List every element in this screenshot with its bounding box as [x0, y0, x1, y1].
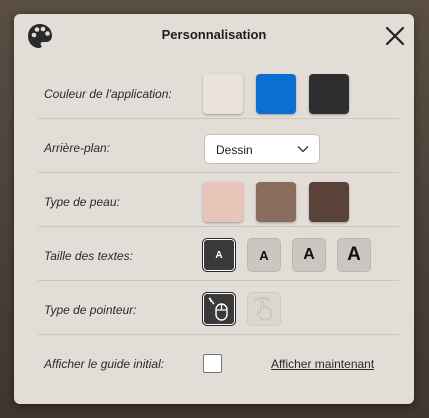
text-size-small-button[interactable]: A [202, 238, 236, 272]
text-size-xlarge-button[interactable]: A [337, 238, 371, 272]
dialog-title: Personnalisation [161, 27, 267, 42]
close-icon[interactable] [383, 24, 407, 48]
pointer-type-label: Type de pointeur: [44, 303, 137, 317]
skin-swatch-medium[interactable] [256, 182, 296, 222]
app-color-label: Couleur de l'application: [44, 87, 172, 101]
app-color-swatch-blue[interactable] [256, 74, 296, 114]
guide-checkbox[interactable] [203, 354, 222, 373]
text-size-label: Taille des textes: [44, 249, 133, 263]
background-row: Arrière-plan: Dessin [38, 124, 399, 173]
app-color-row: Couleur de l'application: [38, 70, 399, 119]
text-size-medium-button[interactable]: A [247, 238, 281, 272]
personalization-dialog: Personnalisation Couleur de l'applicatio… [14, 14, 414, 404]
touch-hand-icon [254, 296, 272, 321]
skin-swatch-dark[interactable] [309, 182, 349, 222]
background-select-value: Dessin [216, 143, 253, 157]
skin-type-label: Type de peau: [44, 195, 120, 209]
pointer-touch-button[interactable] [247, 292, 281, 326]
background-select[interactable]: Dessin [204, 134, 320, 164]
app-color-swatch-cream[interactable] [203, 74, 243, 114]
guide-row: Afficher le guide initial: Afficher main… [38, 340, 399, 388]
chevron-down-icon [297, 146, 309, 153]
background-label: Arrière-plan: [44, 141, 111, 155]
show-guide-now-link[interactable]: Afficher maintenant [271, 340, 374, 388]
app-color-swatch-dark[interactable] [309, 74, 349, 114]
pointer-mouse-button[interactable] [202, 292, 236, 326]
pointer-type-row: Type de pointeur: [38, 286, 399, 335]
skin-swatch-light[interactable] [203, 182, 243, 222]
skin-type-row: Type de peau: [38, 178, 399, 227]
text-size-row: Taille des textes: A A A A [38, 232, 399, 281]
text-size-large-button[interactable]: A [292, 238, 326, 272]
guide-label: Afficher le guide initial: [44, 357, 165, 371]
mouse-icon [208, 297, 228, 321]
